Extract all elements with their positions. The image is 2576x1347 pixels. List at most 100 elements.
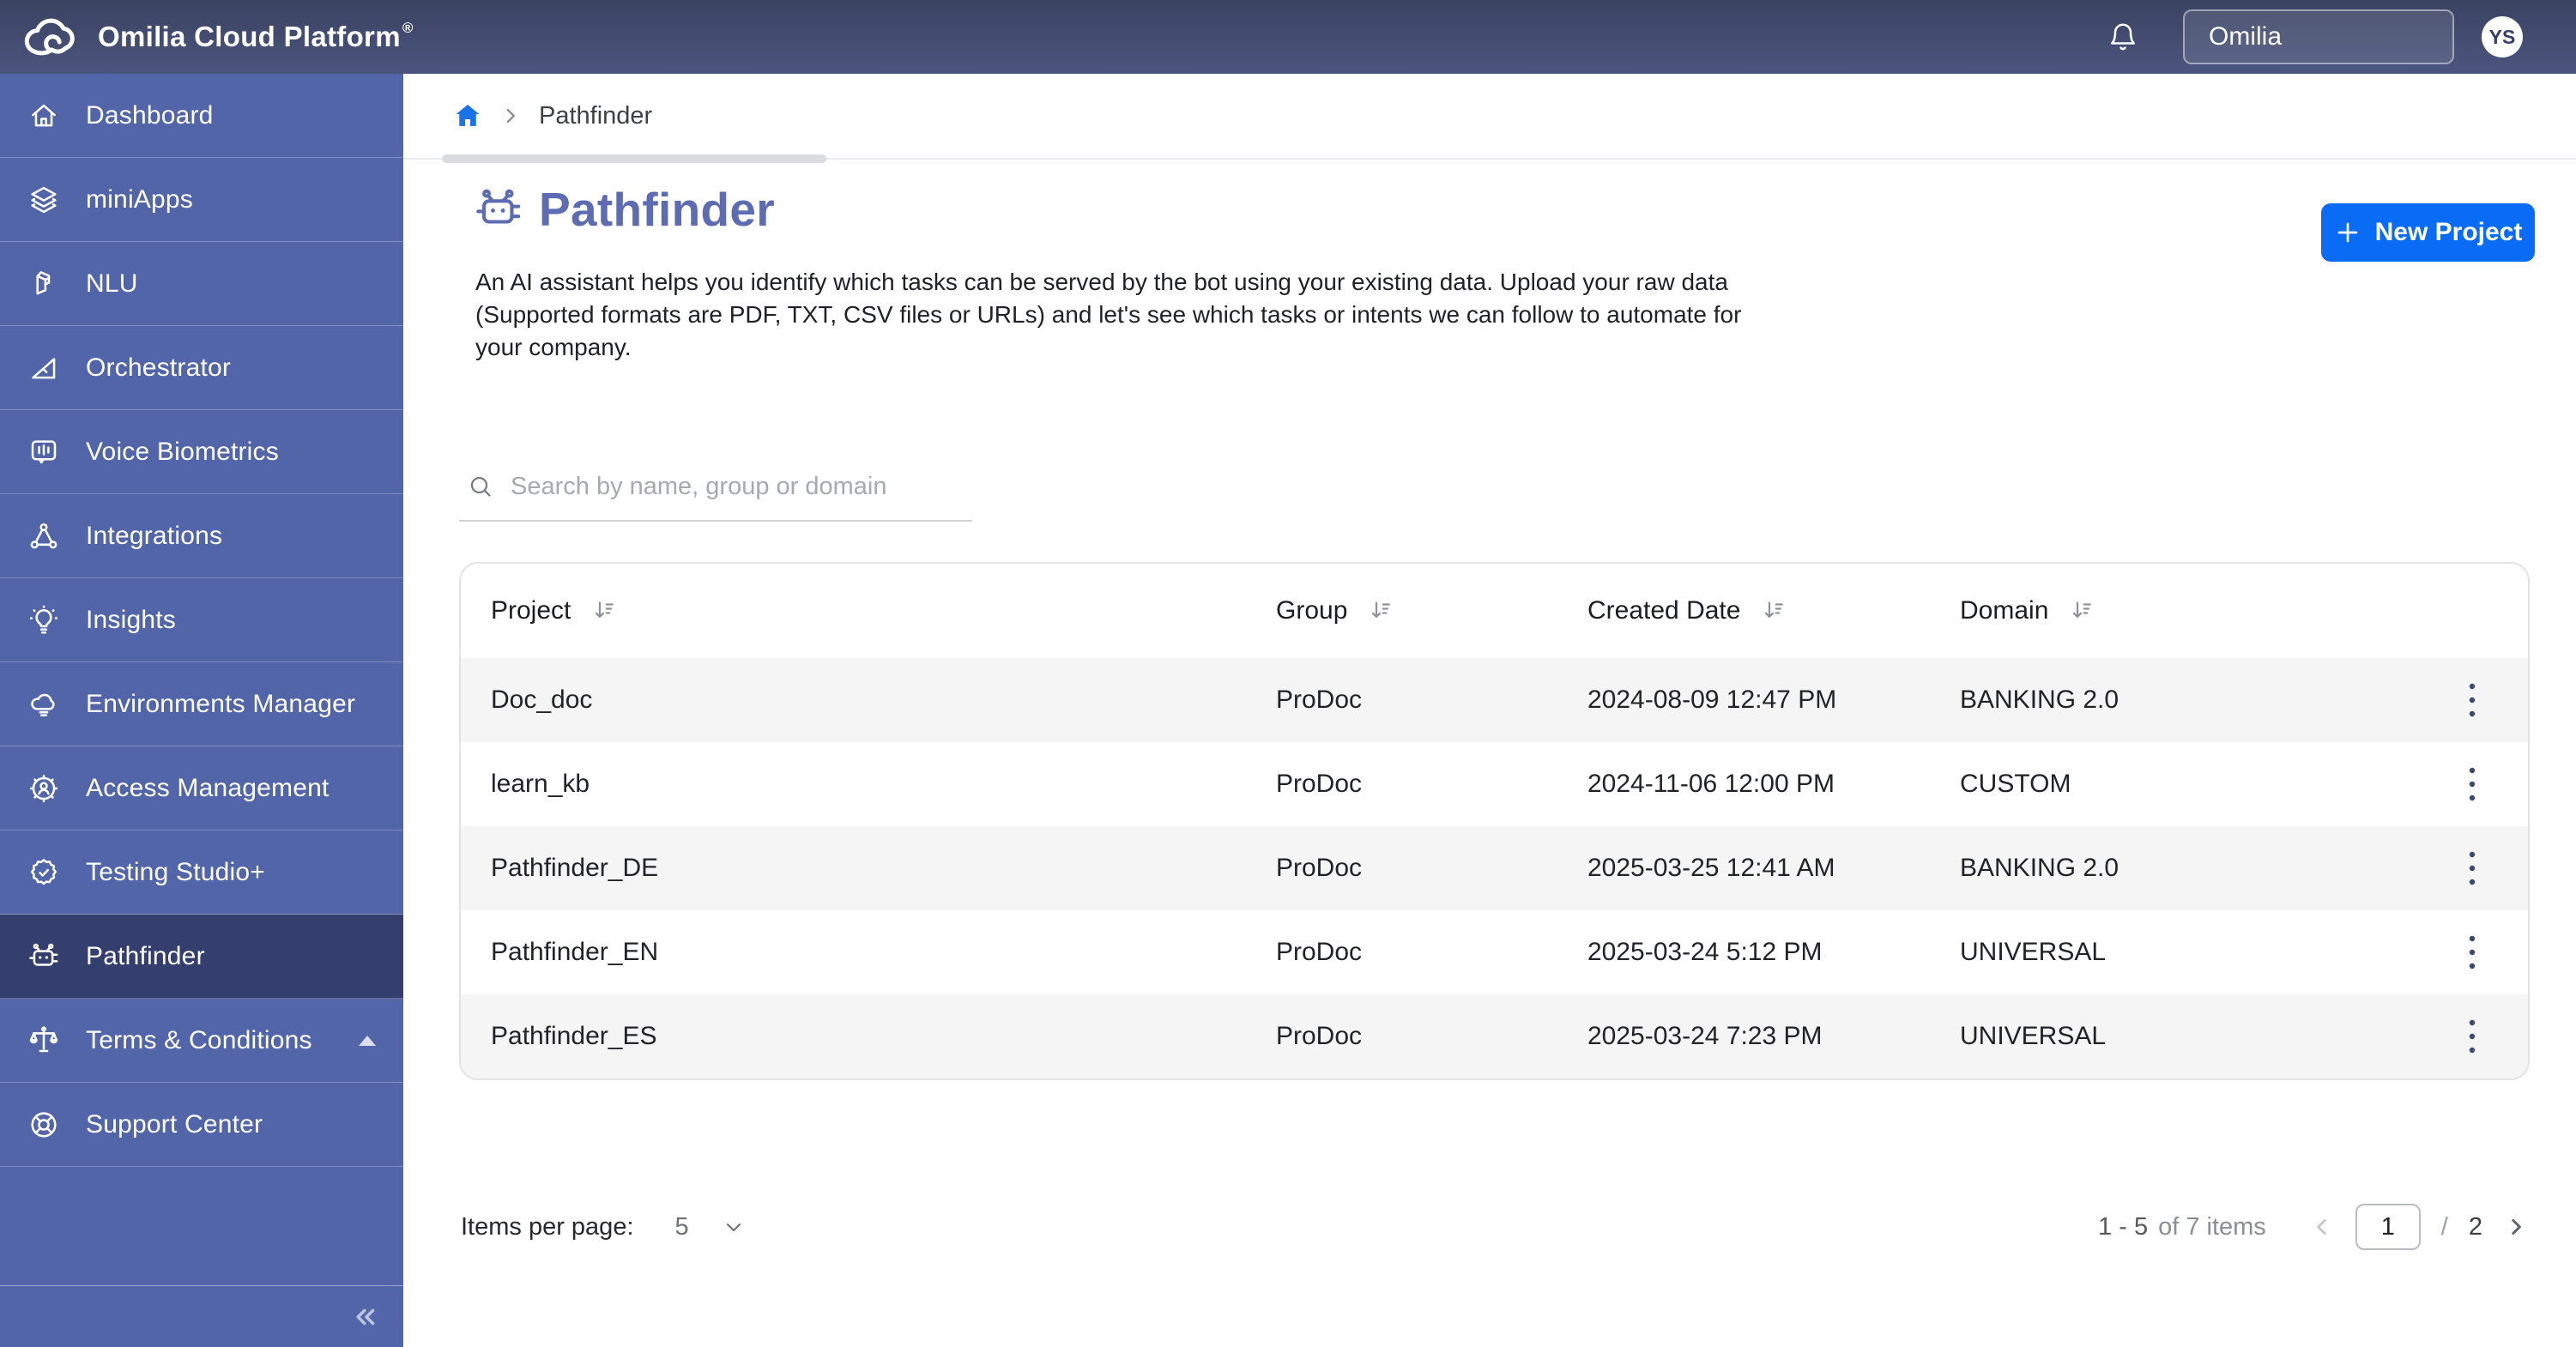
kebab-menu-icon[interactable] bbox=[2467, 849, 2477, 888]
page-header: Pathfinder bbox=[474, 182, 775, 237]
sidebar-item-terms-conditions[interactable]: Terms & Conditions bbox=[0, 999, 403, 1083]
robot-icon bbox=[26, 939, 62, 975]
notifications-bell-icon[interactable] bbox=[2107, 21, 2138, 53]
home-icon[interactable] bbox=[453, 101, 482, 130]
pagination-range: 1 - 5 bbox=[2098, 1212, 2149, 1241]
sidebar-item-integrations[interactable]: Integrations bbox=[0, 494, 403, 578]
home-icon bbox=[26, 98, 62, 134]
items-per-page-value[interactable]: 5 bbox=[675, 1213, 689, 1241]
description-line: An AI assistant helps you identify which… bbox=[475, 269, 1728, 295]
cell-created-date: 2025-03-24 7:23 PM bbox=[1587, 1022, 1823, 1050]
cell-group: ProDoc bbox=[1276, 854, 1363, 882]
cell-domain: BANKING 2.0 bbox=[1960, 686, 2119, 714]
sort-descending-icon[interactable] bbox=[1368, 598, 1394, 624]
sidebar-item-label: Support Center bbox=[86, 1109, 263, 1139]
sidebar-item-voice-biometrics[interactable]: Voice Biometrics bbox=[0, 410, 403, 494]
sort-descending-icon[interactable] bbox=[1761, 598, 1787, 624]
nodes-icon bbox=[26, 518, 62, 554]
omilia-cloud-logo-icon bbox=[24, 18, 75, 56]
brand-logo[interactable]: Omilia Cloud Platform ® bbox=[0, 13, 414, 61]
previous-page-icon[interactable] bbox=[2309, 1214, 2335, 1240]
total-pages: 2 bbox=[2468, 1212, 2482, 1241]
lightbulb-icon bbox=[26, 602, 62, 638]
sidebar-item-miniapps[interactable]: miniApps bbox=[0, 158, 403, 242]
table-row[interactable]: Pathfinder_ES ProDoc 2025-03-24 7:23 PM … bbox=[461, 994, 2528, 1078]
table-row[interactable]: Pathfinder_DE ProDoc 2025-03-25 12:41 AM… bbox=[461, 826, 2528, 910]
voice-meter-icon bbox=[26, 434, 62, 470]
description-line: your company. bbox=[475, 334, 632, 360]
sidebar-item-label: Integrations bbox=[86, 521, 223, 550]
app-window: Omilia Cloud Platform ® Omilia YS Dashboa… bbox=[0, 0, 2576, 1347]
page-description: An AI assistant helps you identify which… bbox=[475, 266, 1741, 364]
top-bar: Omilia Cloud Platform ® Omilia YS bbox=[0, 0, 2576, 74]
cell-domain: CUSTOM bbox=[1960, 770, 2071, 798]
table-header-row: Project Group Created Date Domain bbox=[461, 564, 2528, 658]
table-row[interactable]: Doc_doc ProDoc 2024-08-09 12:47 PM BANKI… bbox=[461, 658, 2528, 742]
cell-project: Pathfinder_ES bbox=[491, 1022, 657, 1050]
search-input[interactable] bbox=[511, 472, 969, 501]
sidebar-item-label: Access Management bbox=[86, 773, 330, 802]
avatar-initials: YS bbox=[2488, 25, 2516, 48]
sidebar-item-environments-manager[interactable]: Environments Manager bbox=[0, 662, 403, 746]
cell-created-date: 2025-03-24 5:12 PM bbox=[1587, 938, 1823, 966]
sidebar-item-pathfinder[interactable]: Pathfinder bbox=[0, 915, 403, 999]
sidebar-footer bbox=[0, 1285, 403, 1347]
plus-icon bbox=[2337, 222, 2357, 243]
table-row[interactable]: Pathfinder_EN ProDoc 2025-03-24 5:12 PM … bbox=[461, 910, 2528, 994]
items-per-page-label: Items per page: bbox=[461, 1212, 634, 1241]
main-content: Pathfinder Pathfinder An AI assistant he… bbox=[403, 74, 2576, 1347]
kebab-menu-icon[interactable] bbox=[2467, 764, 2477, 804]
current-page-input[interactable]: 1 bbox=[2355, 1204, 2421, 1250]
pagination-total-items: of 7 items bbox=[2158, 1212, 2266, 1241]
sidebar-item-support-center[interactable]: Support Center bbox=[0, 1083, 403, 1167]
column-header-project[interactable]: Project bbox=[491, 596, 1276, 625]
pagination-controls: 1 - 5 of 7 items 1 / 2 bbox=[2098, 1199, 2529, 1254]
sort-descending-icon[interactable] bbox=[2069, 598, 2095, 624]
column-header-domain[interactable]: Domain bbox=[1960, 596, 2442, 625]
column-header-group[interactable]: Group bbox=[1276, 596, 1587, 625]
sort-descending-icon[interactable] bbox=[591, 598, 617, 624]
horizontal-scrollbar-thumb[interactable] bbox=[442, 154, 826, 163]
sidebar-item-label: miniApps bbox=[86, 184, 193, 214]
tenant-name: Omilia bbox=[2209, 22, 2283, 51]
sidebar-item-nlu[interactable]: NLU bbox=[0, 242, 403, 326]
triangle-ruler-icon bbox=[26, 350, 62, 386]
brand-name: Omilia Cloud Platform ® bbox=[98, 20, 414, 52]
sidebar-item-testing-studio[interactable]: Testing Studio+ bbox=[0, 831, 403, 915]
sidebar-item-label: Insights bbox=[86, 605, 176, 634]
cell-group: ProDoc bbox=[1276, 686, 1363, 714]
next-page-icon[interactable] bbox=[2503, 1214, 2529, 1240]
kebab-menu-icon[interactable] bbox=[2467, 1017, 2477, 1056]
user-avatar[interactable]: YS bbox=[2482, 16, 2523, 57]
cell-project: learn_kb bbox=[491, 770, 590, 798]
description-line: (Supported formats are PDF, TXT, CSV fil… bbox=[475, 301, 1742, 328]
breadcrumb: Pathfinder bbox=[403, 74, 2576, 163]
cloud-icon bbox=[26, 686, 62, 722]
table-row[interactable]: learn_kb ProDoc 2024-11-06 12:00 PM CUST… bbox=[461, 742, 2528, 826]
sidebar-item-label: NLU bbox=[86, 269, 138, 298]
kebab-menu-icon[interactable] bbox=[2467, 933, 2477, 972]
cell-project: Pathfinder_DE bbox=[491, 854, 659, 882]
new-project-button[interactable]: New Project bbox=[2321, 203, 2535, 262]
collapse-sidebar-icon[interactable] bbox=[345, 1302, 383, 1332]
sidebar-item-label: Orchestrator bbox=[86, 353, 232, 382]
cube-icon bbox=[26, 266, 62, 302]
projects-table: Project Group Created Date Domain Doc_do… bbox=[459, 562, 2530, 1080]
sidebar-item-access-management[interactable]: Access Management bbox=[0, 746, 403, 831]
cell-domain: UNIVERSAL bbox=[1960, 938, 2107, 966]
sidebar-item-dashboard[interactable]: Dashboard bbox=[0, 74, 403, 158]
tenant-selector[interactable]: Omilia bbox=[2183, 9, 2454, 64]
cell-group: ProDoc bbox=[1276, 1022, 1363, 1050]
layers-icon bbox=[26, 182, 62, 218]
chevron-down-icon[interactable] bbox=[722, 1215, 746, 1239]
page-title: Pathfinder bbox=[539, 183, 775, 236]
column-header-created-date[interactable]: Created Date bbox=[1587, 596, 1960, 625]
cell-project: Pathfinder_EN bbox=[491, 938, 659, 966]
page-separator: / bbox=[2440, 1212, 2448, 1241]
kebab-menu-icon[interactable] bbox=[2467, 680, 2477, 720]
registered-mark: ® bbox=[402, 20, 414, 36]
chevron-up-icon[interactable] bbox=[359, 1035, 376, 1046]
sidebar-item-orchestrator[interactable]: Orchestrator bbox=[0, 326, 403, 410]
sidebar-item-label: Testing Studio+ bbox=[86, 857, 265, 886]
sidebar-item-insights[interactable]: Insights bbox=[0, 578, 403, 662]
